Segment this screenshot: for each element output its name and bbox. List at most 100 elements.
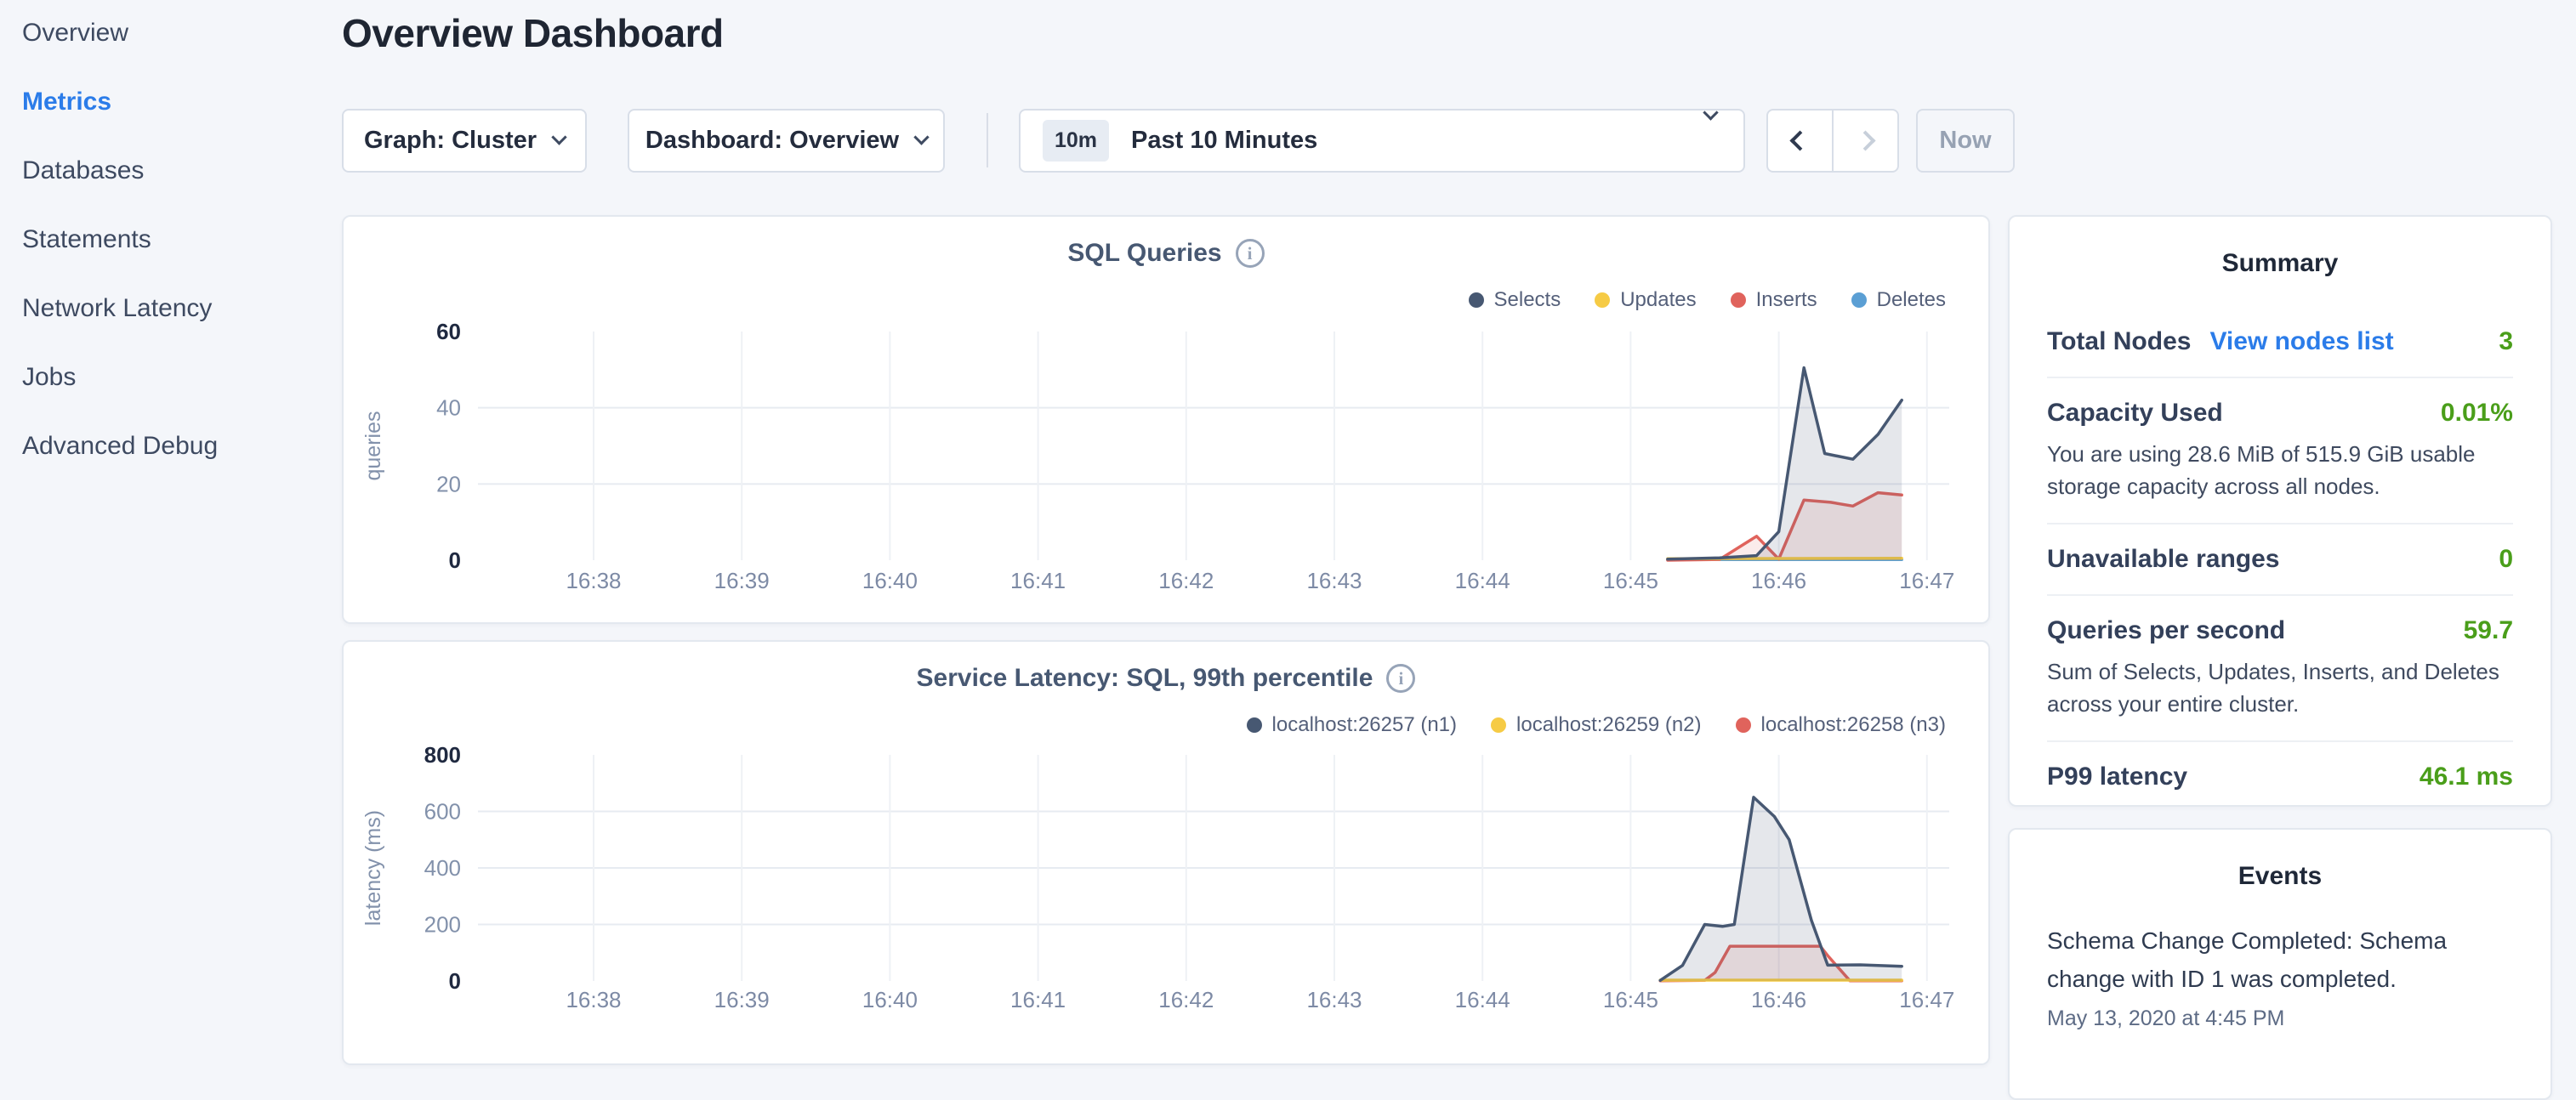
svg-text:16:46: 16:46 xyxy=(1751,987,1806,1012)
legend-item-localhost-26257-n1[interactable]: localhost:26257 (n1) xyxy=(1247,713,1457,737)
info-icon[interactable]: i xyxy=(1236,239,1265,268)
svg-text:16:38: 16:38 xyxy=(566,987,621,1012)
sql-queries-chart-card: SQL Queries i Selects Updates Inserts Delet… xyxy=(342,215,1990,624)
legend-item-localhost-26259-n2[interactable]: localhost:26259 (n2) xyxy=(1491,713,1701,737)
time-step-buttons xyxy=(1766,109,1899,173)
sidebar-item-advanced-debug[interactable]: Advanced Debug xyxy=(22,433,340,459)
svg-text:600: 600 xyxy=(424,799,461,825)
toolbar-divider xyxy=(987,113,988,167)
svg-text:60: 60 xyxy=(436,319,461,344)
time-range-selector[interactable]: 10m Past 10 Minutes xyxy=(1019,109,1745,173)
svg-text:20: 20 xyxy=(436,471,461,496)
svg-text:800: 800 xyxy=(424,742,461,768)
summary-value: 46.1 ms xyxy=(2420,763,2513,791)
event-timestamp: May 13, 2020 at 4:45 PM xyxy=(2047,1006,2513,1031)
summary-label: P99 latency xyxy=(2047,763,2187,791)
summary-label: Unavailable ranges xyxy=(2047,545,2279,574)
chevron-left-icon xyxy=(1789,130,1810,150)
svg-text:400: 400 xyxy=(424,855,461,881)
summary-label: Queries per second xyxy=(2047,616,2285,645)
svg-text:16:42: 16:42 xyxy=(1158,987,1214,1012)
summary-value: 0 xyxy=(2499,545,2513,574)
legend-label: Deletes xyxy=(1877,288,1946,312)
legend-label: localhost:26259 (n2) xyxy=(1516,713,1701,737)
svg-text:queries: queries xyxy=(361,411,385,481)
event-item: Schema Change Completed: Schema change w… xyxy=(2047,921,2513,1031)
svg-text:40: 40 xyxy=(436,395,461,421)
sidebar-item-jobs[interactable]: Jobs xyxy=(22,364,340,390)
svg-text:16:38: 16:38 xyxy=(566,568,621,593)
legend-item-updates[interactable]: Updates xyxy=(1595,288,1696,312)
legend-label: localhost:26257 (n1) xyxy=(1272,713,1457,737)
graph-scope-dropdown-label: Graph: Cluster xyxy=(364,127,537,155)
now-button-label: Now xyxy=(1939,127,1991,155)
service-latency-chart-card: Service Latency: SQL, 99th percentile i … xyxy=(342,640,1990,1065)
legend-item-inserts[interactable]: Inserts xyxy=(1731,288,1817,312)
time-range-badge: 10m xyxy=(1043,120,1109,162)
summary-row-total-nodes: Total NodesView nodes list3 xyxy=(2047,307,2513,378)
summary-value: 3 xyxy=(2499,327,2513,356)
sidebar-item-databases[interactable]: Databases xyxy=(22,157,340,184)
svg-text:0: 0 xyxy=(449,547,461,573)
sql-queries-plot[interactable]: 16:3816:3916:4016:4116:4216:4316:4416:45… xyxy=(344,217,1988,622)
sidebar-item-overview[interactable]: Overview xyxy=(22,20,340,46)
svg-text:16:40: 16:40 xyxy=(862,568,918,593)
summary-description: You are using 28.6 MiB of 515.9 GiB usab… xyxy=(2047,438,2513,502)
legend-dot-icon xyxy=(1469,292,1484,308)
svg-text:16:39: 16:39 xyxy=(714,568,770,593)
chart-legend: localhost:26257 (n1) localhost:26259 (n2)… xyxy=(1247,713,1946,737)
legend-item-localhost-26258-n3[interactable]: localhost:26258 (n3) xyxy=(1736,713,1946,737)
time-step-forward-button[interactable] xyxy=(1832,111,1897,171)
summary-label: Capacity Used xyxy=(2047,399,2223,428)
svg-text:16:39: 16:39 xyxy=(714,987,770,1012)
info-icon[interactable]: i xyxy=(1386,664,1415,693)
svg-text:16:44: 16:44 xyxy=(1455,568,1510,593)
summary-panel-title: Summary xyxy=(2047,249,2513,278)
chevron-down-icon xyxy=(551,129,566,145)
svg-text:16:40: 16:40 xyxy=(862,987,918,1012)
summary-row-p99-latency: P99 latency 46.1 ms xyxy=(2047,742,2513,812)
legend-item-deletes[interactable]: Deletes xyxy=(1851,288,1946,312)
svg-text:latency (ms): latency (ms) xyxy=(361,810,385,926)
sidebar-item-statements[interactable]: Statements xyxy=(22,226,340,252)
svg-text:16:43: 16:43 xyxy=(1306,987,1362,1012)
chart-legend: Selects Updates Inserts Deletes xyxy=(1469,288,1947,312)
svg-text:16:43: 16:43 xyxy=(1306,568,1362,593)
legend-dot-icon xyxy=(1736,717,1751,733)
legend-item-selects[interactable]: Selects xyxy=(1469,288,1561,312)
svg-text:16:45: 16:45 xyxy=(1603,987,1658,1012)
sidebar-item-network-latency[interactable]: Network Latency xyxy=(22,295,340,321)
legend-dot-icon xyxy=(1595,292,1610,308)
time-range-label: Past 10 Minutes xyxy=(1131,127,1317,155)
time-step-back-button[interactable] xyxy=(1768,111,1832,171)
legend-dot-icon xyxy=(1851,292,1867,308)
sidebar-nav: Overview Metrics Databases Statements Networ… xyxy=(0,0,340,1051)
svg-text:16:44: 16:44 xyxy=(1455,987,1510,1012)
chevron-right-icon xyxy=(1855,130,1875,150)
legend-dot-icon xyxy=(1731,292,1746,308)
graph-scope-dropdown[interactable]: Graph: Cluster xyxy=(342,109,587,173)
summary-row-queries-per-second: Queries per second 59.7 Sum of Selects, Up… xyxy=(2047,596,2513,742)
service-latency-sql-99th-percentile-plot[interactable]: 16:38 16:39 16:40 16:41 16:42 16:43 16:44 16:45… xyxy=(344,642,1988,1047)
summary-value: 59.7 xyxy=(2464,616,2513,645)
summary-row-unavailable-ranges: Unavailable ranges 0 xyxy=(2047,524,2513,596)
svg-text:16:46: 16:46 xyxy=(1751,568,1806,593)
chart-title: Service Latency: SQL, 99th percentile xyxy=(917,664,1373,693)
legend-label: localhost:26258 (n3) xyxy=(1761,713,1946,737)
svg-text:16:47: 16:47 xyxy=(1899,987,1954,1012)
sidebar-item-metrics[interactable]: Metrics xyxy=(22,88,340,115)
page-title: Overview Dashboard xyxy=(342,10,724,56)
chart-title: SQL Queries xyxy=(1067,239,1221,268)
dashboard-dropdown[interactable]: Dashboard: Overview xyxy=(628,109,945,173)
svg-text:16:41: 16:41 xyxy=(1010,568,1066,593)
event-text: Schema Change Completed: Schema change w… xyxy=(2047,921,2513,998)
legend-label: Inserts xyxy=(1756,288,1817,312)
summary-value: 0.01% xyxy=(2441,399,2513,428)
summary-panel: Summary Total NodesView nodes list3Capac… xyxy=(2008,215,2552,807)
now-button[interactable]: Now xyxy=(1916,109,2015,173)
svg-text:16:41: 16:41 xyxy=(1010,987,1066,1012)
summary-description: Sum of Selects, Updates, Inserts, and De… xyxy=(2047,655,2513,720)
legend-label: Selects xyxy=(1494,288,1561,312)
view-nodes-list-link[interactable]: View nodes list xyxy=(2209,327,2393,356)
summary-row-capacity-used: Capacity Used 0.01% You are using 28.6 MiB… xyxy=(2047,378,2513,524)
